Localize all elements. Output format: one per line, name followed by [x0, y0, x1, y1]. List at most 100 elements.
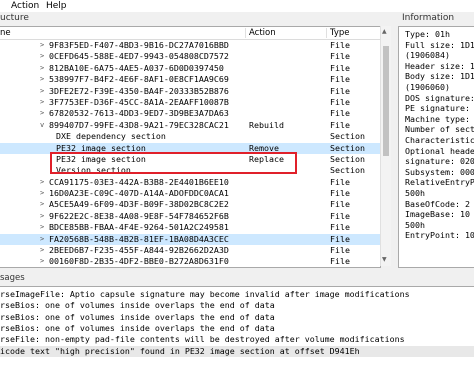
information-line: 500h	[405, 220, 425, 231]
expand-arrow-icon[interactable]: v	[40, 120, 44, 131]
tree-row-type: File	[330, 188, 350, 199]
tree-row-name: 9F83F5ED-F407-4BD3-9B16-DC27A7016BBD	[49, 40, 229, 51]
information-line: BaseOfCode: 2	[405, 199, 470, 210]
tree-row-name: DXE dependency section	[56, 131, 166, 142]
message-line[interactable]: rseBios: one of volumes inside overlaps …	[0, 312, 474, 323]
information-line: RelativeEntryP	[405, 177, 474, 188]
column-header-name[interactable]: ne	[0, 27, 11, 39]
tree-row[interactable]: >3F7753EF-D36F-45CC-8A1A-2EAAFF10087BFil…	[0, 97, 380, 108]
information-line: Characteristic	[405, 135, 474, 146]
messages-list[interactable]: rseImageFile: Aptio capsule signature ma…	[0, 286, 474, 367]
tree-row-type: File	[330, 222, 350, 233]
tree-row[interactable]: Version section Section	[0, 165, 380, 176]
tree-row-name: PE32 image section	[56, 143, 146, 154]
tree-row[interactable]: v899407D7-99FE-43D8-9A21-79EC328CAC21Reb…	[0, 120, 380, 131]
tree-row-action: Replace	[249, 154, 284, 165]
tree-row[interactable]: >9F622E2C-8E38-4A08-9E8F-54F784652F6BFil…	[0, 211, 380, 222]
message-line[interactable]: rseFile: non-empty pad-file contents wil…	[0, 334, 474, 345]
tree-row[interactable]: >00160F8D-2B35-4DF2-BBE0-B272A8D631F0Fil…	[0, 256, 380, 267]
message-line[interactable]: icode text "high precision" found in PE3…	[0, 346, 474, 357]
tree-row-type: File	[330, 51, 350, 62]
structure-tree[interactable]: ne Action Type >9F83F5ED-F407-4BD3-9B16-…	[0, 26, 381, 268]
tree-row[interactable]: PE32 image sectionRemoveSection	[0, 143, 380, 154]
tree-row[interactable]: PE32 image sectionReplaceSection	[0, 154, 380, 165]
information-line: signature: 020	[405, 156, 474, 167]
tree-row-name: 16D0A23E-C09C-407D-A14A-ADOFDDC0ACA1	[49, 188, 229, 199]
collapse-arrow-icon[interactable]: >	[40, 86, 44, 97]
information-line: Machine type:	[405, 114, 470, 125]
column-header-type[interactable]: Type	[330, 27, 350, 39]
tree-row[interactable]: DXE dependency section Section	[0, 131, 380, 142]
information-line: Header size: 1	[405, 61, 474, 72]
tree-row-name: CCA91175-03E3-442A-B3B8-2E4401B6EE10	[49, 177, 229, 188]
message-line[interactable]: rseBios: one of volumes inside overlaps …	[0, 323, 474, 334]
structure-pane: ucture ne Action Type >9F83F5ED-F407-4BD…	[0, 12, 394, 268]
information-text[interactable]: Type: 01hFull size: 1D1(1906084)Header s…	[398, 26, 474, 268]
tree-row[interactable]: >CCA91175-03E3-442A-B3B8-2E4401B6EE10Fil…	[0, 177, 380, 188]
tree-row-name: BDCE85BB-FBAA-4F4E-9264-501A2C249581	[49, 222, 229, 233]
information-line: Type: 01h	[405, 29, 450, 40]
column-separator[interactable]	[326, 28, 327, 38]
tree-row-name: 812BA10E-6A75-4AE5-A037-6D0D0397450	[49, 63, 224, 74]
tree-vertical-scrollbar[interactable]: ▲ ▼	[380, 26, 391, 266]
tree-row[interactable]: >2BEED6B7-F235-455F-A844-92B2662D2A3D Fil…	[0, 245, 380, 256]
tree-row-type: File	[330, 86, 350, 97]
tree-row-type: File	[330, 63, 350, 74]
information-pane: Information Type: 01hFull size: 1D1(1906…	[398, 12, 474, 268]
menu-help[interactable]: Help	[46, 0, 67, 12]
tree-row[interactable]: >812BA10E-6A75-4AE5-A037-6D0D0397450 File	[0, 63, 380, 74]
structure-pane-title: ucture	[0, 12, 29, 24]
information-pane-title: Information	[402, 12, 454, 24]
tree-row-type: Section	[330, 154, 365, 165]
tree-rows: >9F83F5ED-F407-4BD3-9B16-DC27A7016BBD Fil…	[0, 40, 380, 268]
tree-row-type: File	[330, 234, 350, 245]
collapse-arrow-icon[interactable]: >	[40, 40, 44, 51]
tree-row-type: File	[330, 245, 350, 256]
collapse-arrow-icon[interactable]: >	[40, 199, 44, 210]
collapse-arrow-icon[interactable]: >	[40, 51, 44, 62]
tree-row[interactable]: > BDCE85BB-FBAA-4F4E-9264-501A2C249581 Fil…	[0, 222, 380, 233]
scroll-up-icon[interactable]: ▲	[382, 28, 387, 35]
tree-row-name: FA20568B-548B-4B2B-81EF-1BA08D4A3CEC	[49, 234, 229, 245]
tree-row[interactable]: >3DFE2E72-F39E-4350-BA4F-20333B52B876 Fil…	[0, 86, 380, 97]
menu-action[interactable]: Action	[11, 0, 39, 12]
tree-row[interactable]: >538997F7-B4F2-4E6F-8AF1-0E8CF1AA9C69Fil…	[0, 74, 380, 85]
collapse-arrow-icon[interactable]: >	[40, 177, 44, 188]
tree-row[interactable]: >67820532-7613-4DD3-9ED7-3D9BE3A7DA63 Fil…	[0, 108, 380, 119]
collapse-arrow-icon[interactable]: >	[40, 97, 44, 108]
tree-row-name: 67820532-7613-4DD3-9ED7-3D9BE3A7DA63	[49, 108, 229, 119]
tree-row-name: 00160F8D-2B35-4DF2-BBE0-B272A8D631F0	[49, 256, 229, 267]
message-line[interactable]: rseImageFile: Aptio capsule signature ma…	[0, 289, 474, 300]
tree-row[interactable]: >9F83F5ED-F407-4BD3-9B16-DC27A7016BBD Fil…	[0, 40, 380, 51]
collapse-arrow-icon[interactable]: >	[40, 63, 44, 74]
collapse-arrow-icon[interactable]: >	[40, 256, 44, 267]
tree-row[interactable]: > A5CE5A49-6F09-4D3F-B09F-38D02BC8C2E2 Fil…	[0, 199, 380, 210]
tree-row[interactable]: > FA20568B-548B-4B2B-81EF-1BA08D4A3CEC Fil…	[0, 234, 380, 245]
collapse-arrow-icon[interactable]: >	[40, 245, 44, 256]
scroll-down-icon[interactable]: ▼	[382, 256, 387, 263]
tree-row[interactable]: >0CEFD645-588E-4ED7-9943-054808CD7572 Fil…	[0, 51, 380, 62]
tree-row-name: 899407D7-99FE-43D8-9A21-79EC328CAC21	[49, 120, 229, 131]
information-line: Number of sect	[405, 124, 474, 135]
collapse-arrow-icon[interactable]: >	[40, 211, 44, 222]
message-line[interactable]: rseBios: one of volumes inside overlaps …	[0, 300, 474, 311]
column-separator[interactable]	[245, 28, 246, 38]
collapse-arrow-icon[interactable]: >	[40, 222, 44, 233]
tree-row-name: 0CEFD645-588E-4ED7-9943-054808CD7572	[49, 51, 229, 62]
tree-row-name: Version section	[56, 165, 131, 176]
column-header-action[interactable]: Action	[249, 27, 276, 39]
tree-row-type: File	[330, 40, 350, 51]
scroll-thumb[interactable]	[383, 46, 389, 156]
collapse-arrow-icon[interactable]: >	[40, 74, 44, 85]
tree-row-name: 3DFE2E72-F39E-4350-BA4F-20333B52B876	[49, 86, 229, 97]
collapse-arrow-icon[interactable]: >	[40, 108, 44, 119]
tree-row-type: Section	[330, 165, 365, 176]
tree-row[interactable]: >16D0A23E-C09C-407D-A14A-ADOFDDC0ACA1 Fil…	[0, 188, 380, 199]
tree-row-name: A5CE5A49-6F09-4D3F-B09F-38D02BC8C2E2	[49, 199, 229, 210]
tree-row-type: Section	[330, 131, 365, 142]
collapse-arrow-icon[interactable]: >	[40, 234, 44, 245]
collapse-arrow-icon[interactable]: >	[40, 188, 44, 199]
tree-row-type: File	[330, 108, 350, 119]
tree-row-name: 2BEED6B7-F235-455F-A844-92B2662D2A3D	[49, 245, 229, 256]
tree-row-type: File	[330, 199, 350, 210]
